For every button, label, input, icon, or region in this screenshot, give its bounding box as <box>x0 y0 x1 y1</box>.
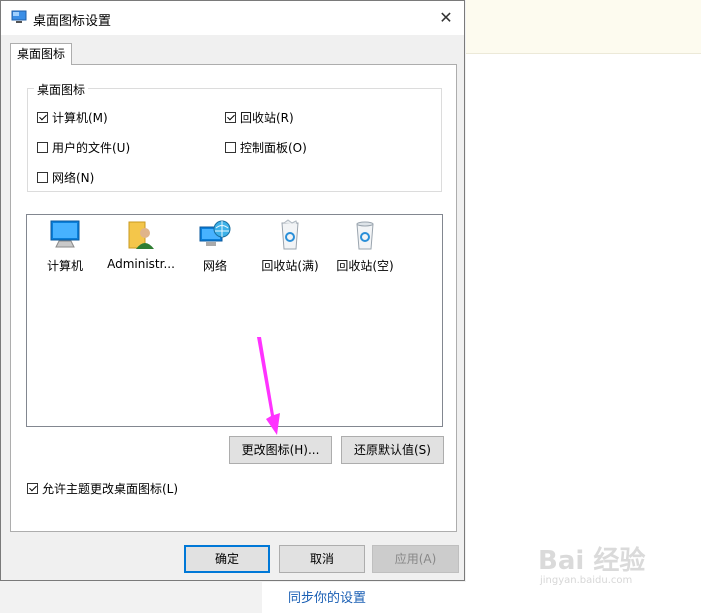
list-item-label: 计算机 <box>46 259 83 273</box>
close-button[interactable]: ✕ <box>431 6 461 30</box>
network-icon <box>199 220 231 246</box>
ok-button[interactable]: 确定 <box>184 545 270 573</box>
title-bar[interactable]: 桌面图标设置 ✕ <box>1 1 464 35</box>
user-files-checkbox-row[interactable]: 用户的文件(U) <box>37 139 130 156</box>
user-folder-icon <box>128 221 154 249</box>
computer-checkbox-row[interactable]: 计算机(M) <box>37 109 108 126</box>
dialog-title: 桌面图标设置 <box>33 14 112 29</box>
control-panel-checkbox-label: 控制面板(O) <box>240 141 307 155</box>
recycle-bin-checkbox-label: 回收站(R) <box>240 111 294 125</box>
computer-checkbox[interactable] <box>37 112 48 123</box>
list-item-network[interactable]: 网络 <box>177 219 253 274</box>
computer-icon <box>50 220 80 248</box>
change-icon-button[interactable]: 更改图标(H)... <box>229 436 332 464</box>
desktop-settings-icon <box>11 10 27 23</box>
allow-theme-checkbox-row[interactable]: 允许主题更改桌面图标(L) <box>27 480 178 497</box>
allow-theme-checkbox[interactable] <box>27 483 38 494</box>
network-checkbox[interactable] <box>37 172 48 183</box>
list-item-label: Administr... <box>107 257 175 271</box>
apply-button[interactable]: 应用(A) <box>372 545 459 573</box>
background-banner <box>466 0 701 54</box>
list-item-administrator[interactable]: Administr... <box>103 219 179 271</box>
baidu-watermark-url: jingyan.baidu.com <box>540 575 633 586</box>
recycle-bin-full-icon <box>281 219 299 250</box>
allow-theme-checkbox-label: 允许主题更改桌面图标(L) <box>42 482 179 496</box>
network-checkbox-row[interactable]: 网络(N) <box>37 169 94 186</box>
control-panel-checkbox[interactable] <box>225 142 236 153</box>
background-settings-pane <box>466 0 701 613</box>
baidu-watermark: Bai 经验 <box>538 546 646 576</box>
list-item-label: 回收站(空) <box>336 259 394 273</box>
network-checkbox-label: 网络(N) <box>52 171 95 185</box>
restore-default-button[interactable]: 还原默认值(S) <box>341 436 444 464</box>
groupbox-label: 桌面图标 <box>34 81 89 98</box>
user-files-checkbox-label: 用户的文件(U) <box>52 141 131 155</box>
list-item-recycle-bin-empty[interactable]: 回收站(空) <box>327 219 403 274</box>
cancel-button[interactable]: 取消 <box>279 545 365 573</box>
recycle-bin-empty-icon <box>356 221 374 250</box>
recycle-bin-checkbox[interactable] <box>225 112 236 123</box>
list-item-computer[interactable]: 计算机 <box>27 219 103 274</box>
computer-checkbox-label: 计算机(M) <box>52 111 108 125</box>
user-files-checkbox[interactable] <box>37 142 48 153</box>
control-panel-checkbox-row[interactable]: 控制面板(O) <box>225 139 307 156</box>
sync-settings-link[interactable]: 同步你的设置 <box>288 587 366 606</box>
recycle-bin-checkbox-row[interactable]: 回收站(R) <box>225 109 294 126</box>
list-item-label: 网络 <box>202 259 227 273</box>
list-item-label: 回收站(满) <box>261 259 319 273</box>
annotation-arrow-icon <box>257 337 280 435</box>
close-icon: ✕ <box>439 8 453 27</box>
tab-desktop-icons[interactable]: 桌面图标 <box>10 43 72 65</box>
desktop-icon-settings-dialog: 桌面图标设置 ✕ 桌面图标 桌面图标 计算机(M) 回收站(R) 用户的文件(U… <box>0 0 465 581</box>
list-item-recycle-bin-full[interactable]: 回收站(满) <box>252 219 328 274</box>
